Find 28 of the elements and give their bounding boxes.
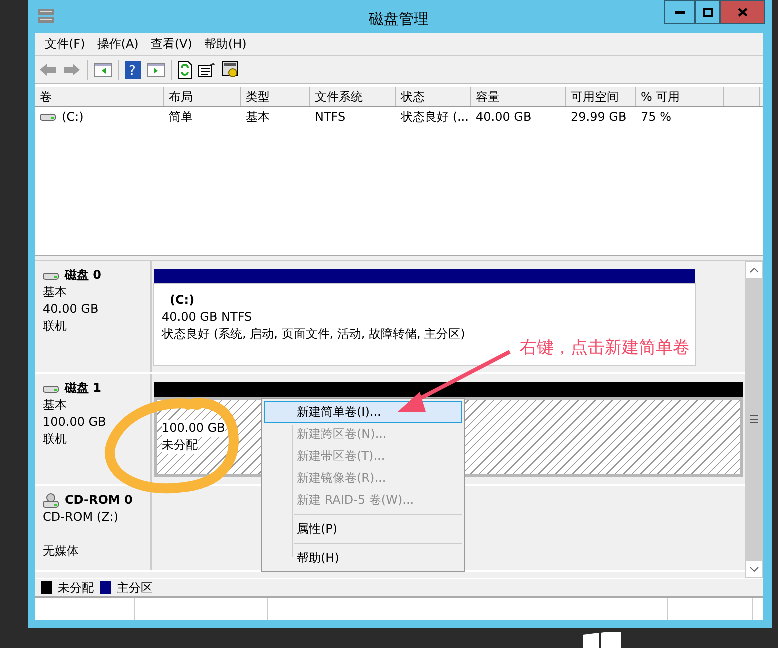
disk-type: 基本 xyxy=(43,284,68,301)
table-cell-text: 基本 xyxy=(246,109,270,126)
disk-type: 基本 xyxy=(43,397,68,414)
window-title: 磁盘管理 xyxy=(368,9,430,30)
partition-size: 40.00 GB NTFS xyxy=(162,309,252,326)
annotation-text: 右键，点击新建简单卷 xyxy=(520,337,690,360)
partition-status: 状态良好 (系统, 启动, 页面文件, 活动, 故障转储, 主分区) xyxy=(162,326,466,343)
partition-status: 未分配 xyxy=(162,437,198,454)
disk-status: 联机 xyxy=(43,431,68,448)
partition-size: 100.00 GB xyxy=(162,420,226,437)
disk-type: CD-ROM (Z:) xyxy=(43,509,120,526)
table-cell-text: 40.00 GB xyxy=(476,109,532,126)
disk-name: CD-ROM 0 xyxy=(65,492,133,509)
disk-name: 磁盘 0 xyxy=(65,267,102,284)
legend-label: 主分区 xyxy=(117,580,153,596)
disk-size: 40.00 GB xyxy=(43,301,100,318)
table-cell-text: 简单 xyxy=(169,109,193,126)
disk-name: 磁盘 1 xyxy=(65,380,102,397)
legend-label: 未分配 xyxy=(58,580,94,596)
table-cell-text: (C:) xyxy=(62,109,84,126)
disk-status: 联机 xyxy=(43,318,68,335)
table-cell-text: 状态良好 (... xyxy=(401,109,469,126)
disk-size: 100.00 GB xyxy=(43,414,108,431)
partition-name: (C:) xyxy=(169,292,196,309)
table-cell-text: NTFS xyxy=(315,109,346,126)
table-cell-text: 75 % xyxy=(641,109,672,126)
table-cell-text: 29.99 GB xyxy=(571,109,627,126)
disk-status: 无媒体 xyxy=(43,543,80,560)
